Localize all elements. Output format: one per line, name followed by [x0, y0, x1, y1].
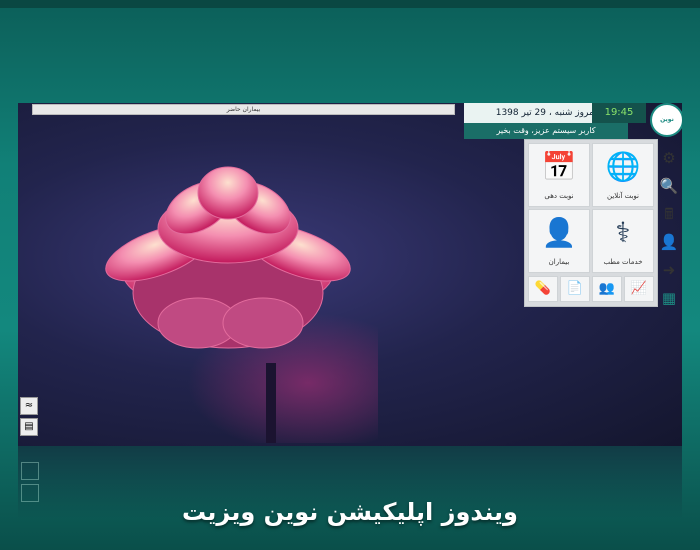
doctor-icon: ⚕ — [615, 216, 631, 249]
search-icon[interactable]: 🔍 — [658, 175, 680, 197]
document-icon: 📄 — [566, 281, 584, 296]
gear-icon[interactable]: ⚙ — [658, 147, 680, 169]
bottom-left-toolbar: ≈ ▤ — [20, 397, 38, 439]
main-tile-grid: 🌐 نوبت آنلاین 📅 نوبت دهی ⚕ خدمات مطب 👤 ب… — [524, 139, 658, 307]
medical-user-button[interactable]: 💊 — [528, 276, 558, 302]
id-card-icon[interactable]: ▦ — [658, 287, 680, 309]
clinic-services-tile[interactable]: ⚕ خدمات مطب — [592, 209, 654, 273]
logout-icon[interactable]: ➜ — [658, 259, 680, 281]
user-icon[interactable]: 👤 — [658, 231, 680, 253]
flower-wallpaper — [105, 166, 378, 443]
documents-button[interactable]: 📄 — [560, 276, 590, 302]
medical-user-icon: 💊 — [534, 281, 552, 296]
side-toolbar: ⚙ 🔍 🖩 👤 ➜ ▦ — [656, 143, 682, 307]
patient-icon: 👤 — [541, 216, 577, 249]
current-patients-bar[interactable]: بیماران حاضر — [32, 104, 455, 115]
app-logo: نوین ویزیت — [650, 103, 682, 137]
greeting-text: کاربر سیستم عزیز، وقت بخیر — [464, 123, 628, 139]
calendar-clock-icon: 📅 — [541, 150, 577, 183]
chart-icon: 📈 — [630, 281, 648, 296]
caption-title: ویندوز اپلیکیشن نوین ویزیت — [182, 498, 518, 526]
clock: 19:45 — [592, 103, 646, 123]
appointment-tile[interactable]: 📅 نوبت دهی — [528, 143, 590, 207]
top-frame — [0, 0, 700, 8]
online-booking-tile[interactable]: 🌐 نوبت آنلاین — [592, 143, 654, 207]
users-icon: 👥 — [598, 281, 616, 296]
users-button[interactable]: 👥 — [592, 276, 622, 302]
reflected-form-icon — [21, 462, 39, 480]
wifi-icon[interactable]: ≈ — [20, 397, 38, 415]
patients-tile[interactable]: 👤 بیماران — [528, 209, 590, 273]
form-icon[interactable]: ▤ — [20, 418, 38, 436]
reports-chart-button[interactable]: 📈 — [624, 276, 654, 302]
app-window: بیماران حاضر امروز شنبه ، 29 تیر 1398 کا… — [18, 103, 682, 446]
globe-icon: 🌐 — [605, 150, 641, 183]
calculator-icon[interactable]: 🖩 — [658, 203, 680, 225]
